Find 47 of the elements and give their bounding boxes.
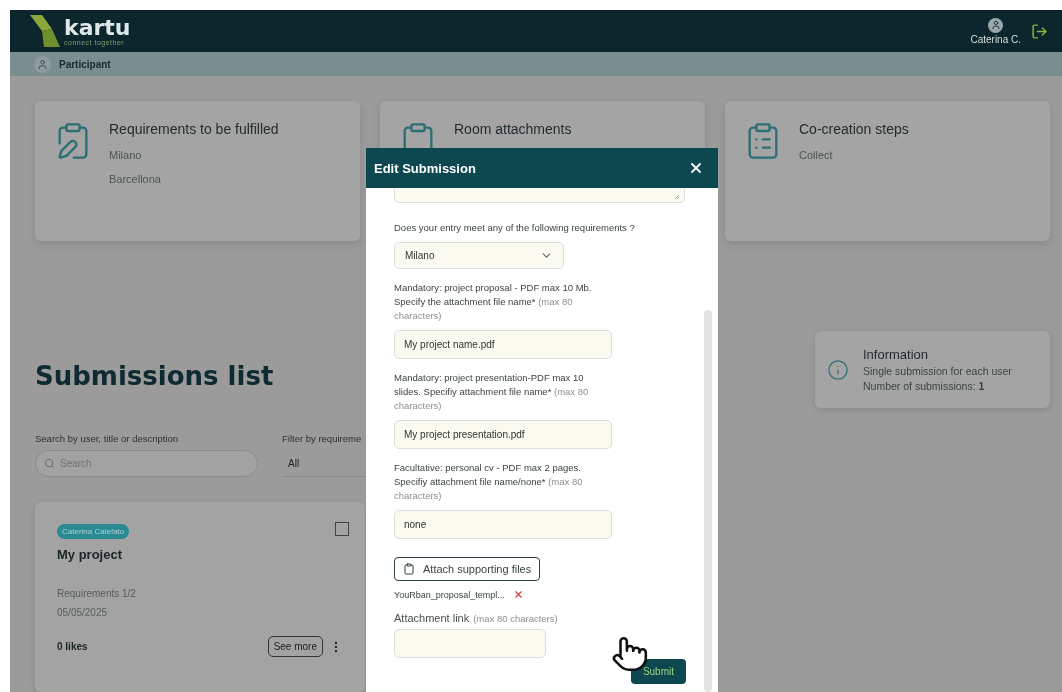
info-text: Number of submissions: 1	[863, 380, 986, 392]
card-title: Co-creation steps	[799, 121, 909, 137]
logo-name: kartu	[64, 16, 131, 39]
card-title: Room attachments	[454, 121, 572, 137]
field-label: Mandatory: project presentation-PDF max 10 slides. Specifiy attachment file name* (max 80 characters)	[394, 371, 590, 413]
info-text: Single submission for each user	[863, 365, 1012, 377]
input-field[interactable]	[394, 629, 546, 658]
submission-date: 05/05/2025	[57, 607, 109, 618]
user-name: Caterina C.	[970, 33, 1021, 45]
file-name: YouRban_proposal_templ...	[394, 589, 505, 600]
card-item: Barcellona	[109, 173, 162, 185]
see-more-button[interactable]: See more	[267, 636, 323, 657]
input-field[interactable]: none	[394, 510, 612, 539]
info-title: Information	[863, 347, 930, 362]
likes-count: 0 likes	[57, 641, 89, 652]
avatar-icon[interactable]	[988, 17, 1004, 33]
user-icon	[34, 55, 51, 73]
select-field[interactable]: Milano	[394, 242, 564, 269]
attach-button[interactable]: Attach supporting files	[394, 557, 541, 581]
card-title: Requirements to be fulfilled	[109, 121, 279, 137]
card-item: Collect	[799, 149, 834, 161]
clipboard-icon	[403, 563, 415, 575]
info-icon	[827, 358, 849, 381]
remove-icon[interactable]	[512, 589, 524, 600]
section-title: Submissions list	[35, 361, 275, 391]
resize-grip-icon[interactable]	[674, 194, 680, 200]
search-label: Search by user, title or description	[35, 433, 180, 444]
logout-icon[interactable]	[1031, 22, 1048, 40]
close-button[interactable]	[688, 160, 704, 176]
field-label: Mandatory: project proposal - PDF max 10 Mb. Specify the attachment file name* (max 80 characters)	[394, 281, 593, 323]
input-field[interactable]: My project name.pdf	[394, 330, 612, 359]
requirements-count: Requirements 1/2	[57, 588, 137, 599]
hint-text: (max 80 characters)	[473, 613, 558, 624]
filter-label: Filter by requireme	[282, 433, 363, 444]
card-item: Milano	[109, 149, 143, 161]
field-label: Does your entry meet any of the following requirements ?	[394, 221, 636, 235]
logo-icon	[30, 15, 60, 48]
checkbox[interactable]	[335, 522, 349, 536]
input-field[interactable]: My project presentation.pdf	[394, 420, 612, 449]
submission-title: My project	[57, 547, 123, 562]
search-icon	[44, 458, 55, 469]
scrollbar[interactable]	[704, 310, 712, 692]
role-label: Participant	[59, 58, 111, 70]
author-tag: Caterina Calefato	[57, 524, 130, 539]
modal-title: Edit Submission	[374, 160, 476, 176]
field-label: Facultative: personal cv - PDF max 2 pages. Specifiy attachment file name/none* (max 80 characters)	[394, 461, 584, 503]
field-label: Attachment link	[394, 612, 470, 624]
